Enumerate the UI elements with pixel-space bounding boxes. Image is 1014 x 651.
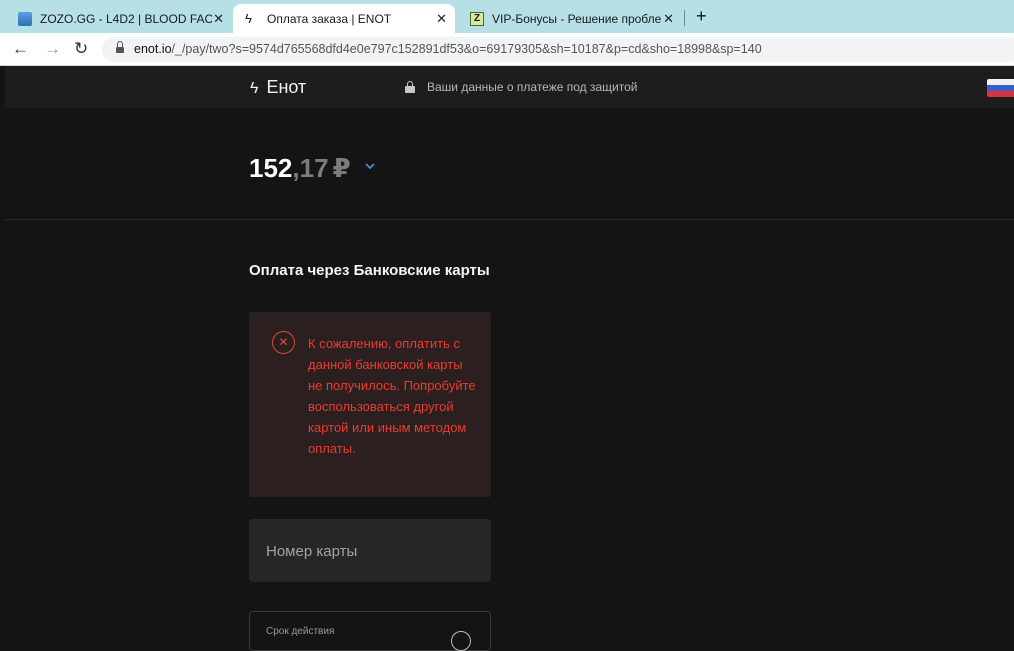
tab-title: VIP-Бонусы - Решение пробле (492, 11, 662, 26)
expiry-field[interactable]: Срок действия (249, 611, 491, 651)
tab-separator (684, 10, 685, 26)
brand-name: Енот (266, 77, 307, 97)
error-icon: ✕ (272, 331, 295, 354)
card-number-field[interactable]: Номер карты (249, 519, 491, 582)
back-icon[interactable]: ← (12, 39, 29, 59)
amount-currency: ₽ (332, 153, 351, 183)
payment-method-title: Оплата через Банковские карты (249, 262, 490, 279)
padlock-icon (405, 81, 415, 93)
lock-icon (116, 41, 124, 54)
secure-notice: Ваши данные о платеже под защитой (405, 80, 638, 94)
address-bar[interactable]: enot.io/_/pay/two?s=9574d765568dfd4e0e79… (102, 37, 1014, 62)
tab-title: Оплата заказа | ENOT (267, 11, 392, 26)
info-icon[interactable] (451, 631, 471, 651)
payment-amount[interactable]: 152,17 ₽ (249, 153, 375, 184)
card-number-placeholder: Номер карты (266, 543, 358, 560)
tab-enot-payment[interactable]: ϟ Оплата заказа | ENOT ✕ (233, 4, 455, 33)
new-tab-icon[interactable]: + (696, 6, 707, 27)
close-icon[interactable]: ✕ (213, 11, 224, 27)
tab-zozo[interactable]: ZOZO.GG - L4D2 | BLOOD FACTO ✕ (6, 4, 232, 33)
browser-tabstrip: ZOZO.GG - L4D2 | BLOOD FACTO ✕ ϟ Оплата … (0, 0, 1014, 33)
browser-toolbar: ← → ↻ enot.io/_/pay/two?s=9574d765568dfd… (0, 33, 1014, 66)
language-flag-icon[interactable] (987, 79, 1014, 97)
z-icon: Z (470, 11, 484, 26)
drive-icon (18, 11, 32, 26)
bolt-icon: ϟ (250, 80, 259, 97)
expiry-label: Срок действия (266, 626, 335, 637)
brand-logo[interactable]: ϟ Енот (250, 77, 306, 98)
amount-whole: 152 (249, 153, 293, 183)
forward-icon[interactable]: → (44, 39, 61, 59)
close-icon[interactable]: ✕ (663, 11, 674, 27)
bolt-icon: ϟ (245, 10, 252, 26)
chevron-down-icon[interactable] (365, 161, 375, 171)
secure-text: Ваши данные о платеже под защитой (427, 80, 638, 94)
close-icon[interactable]: ✕ (436, 11, 447, 27)
error-message: К сожалению, оплатить с данной банковско… (308, 336, 476, 456)
reload-icon[interactable]: ↻ (74, 39, 88, 59)
error-alert: ✕ К сожалению, оплатить с данной банковс… (249, 312, 491, 497)
divider (5, 219, 1014, 220)
page-header: ϟ Енот Ваши данные о платеже под защитой (5, 66, 1014, 108)
tab-vip-bonus[interactable]: Z VIP-Бонусы - Решение пробле ✕ (458, 4, 682, 33)
url-text: enot.io/_/pay/two?s=9574d765568dfd4e0e79… (134, 42, 762, 56)
amount-cents: ,17 (292, 153, 329, 183)
tab-title: ZOZO.GG - L4D2 | BLOOD FACTO (40, 11, 212, 26)
